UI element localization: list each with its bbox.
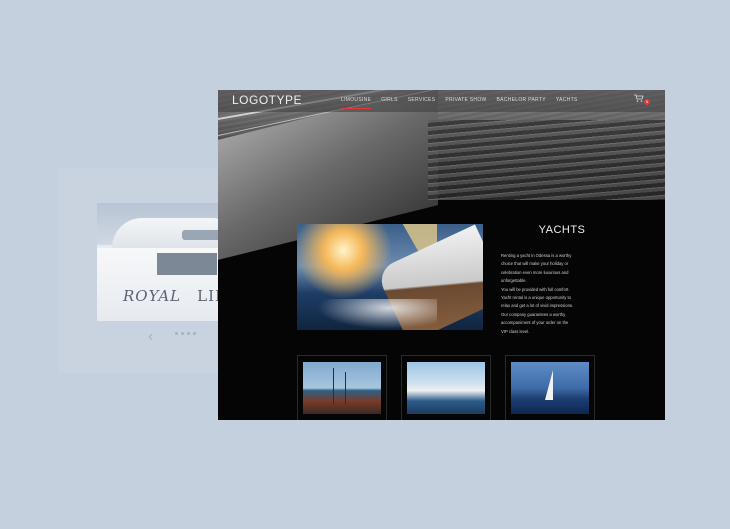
- nav-item-yachts[interactable]: YACHTS: [556, 97, 578, 106]
- mast: [333, 368, 334, 404]
- gallery-image: [407, 362, 485, 414]
- slider-dot[interactable]: [175, 332, 178, 335]
- slider-dot[interactable]: [187, 332, 190, 335]
- cart-count-badge: 0: [644, 99, 650, 105]
- section-description: Renting a yacht in Odessa is a worthy ch…: [501, 253, 574, 334]
- nav-item-private-show[interactable]: PRIVATE SHOW: [445, 97, 486, 106]
- section-title: YACHTS: [538, 224, 586, 236]
- cart-icon[interactable]: [634, 94, 644, 102]
- site-logo[interactable]: LOGOTYPE: [232, 93, 302, 107]
- mast: [345, 372, 346, 404]
- slider-dots[interactable]: [175, 332, 196, 335]
- nav-item-girls[interactable]: GIRLS: [381, 97, 398, 106]
- hero-waves: [428, 120, 665, 200]
- nav-item-bachelor-party[interactable]: BACHELOR PARTY: [497, 97, 546, 106]
- slider-dot[interactable]: [193, 332, 196, 335]
- nav-item-limousine[interactable]: LIMOUSINE: [341, 97, 372, 109]
- website-window: LOGOTYPE LIMOUSINE GIRLS SERVICES PRIVAT…: [218, 90, 665, 420]
- nav-item-services[interactable]: SERVICES: [408, 97, 436, 106]
- gallery-image: [511, 362, 589, 414]
- featured-yacht-image[interactable]: [297, 224, 483, 330]
- gallery-image: [303, 362, 381, 414]
- gallery-card[interactable]: [297, 355, 387, 420]
- main-nav: LIMOUSINE GIRLS SERVICES PRIVATE SHOW BA…: [341, 97, 578, 109]
- slider-dot[interactable]: [181, 332, 184, 335]
- gallery-card[interactable]: [505, 355, 595, 420]
- feature-splash: [317, 299, 437, 329]
- yacht-window: [157, 253, 217, 275]
- slider-prev-arrow-icon[interactable]: ‹: [148, 328, 153, 346]
- top-navigation-bar: LOGOTYPE LIMOUSINE GIRLS SERVICES PRIVAT…: [218, 90, 665, 112]
- gallery-card[interactable]: [401, 355, 491, 420]
- sail: [545, 370, 553, 400]
